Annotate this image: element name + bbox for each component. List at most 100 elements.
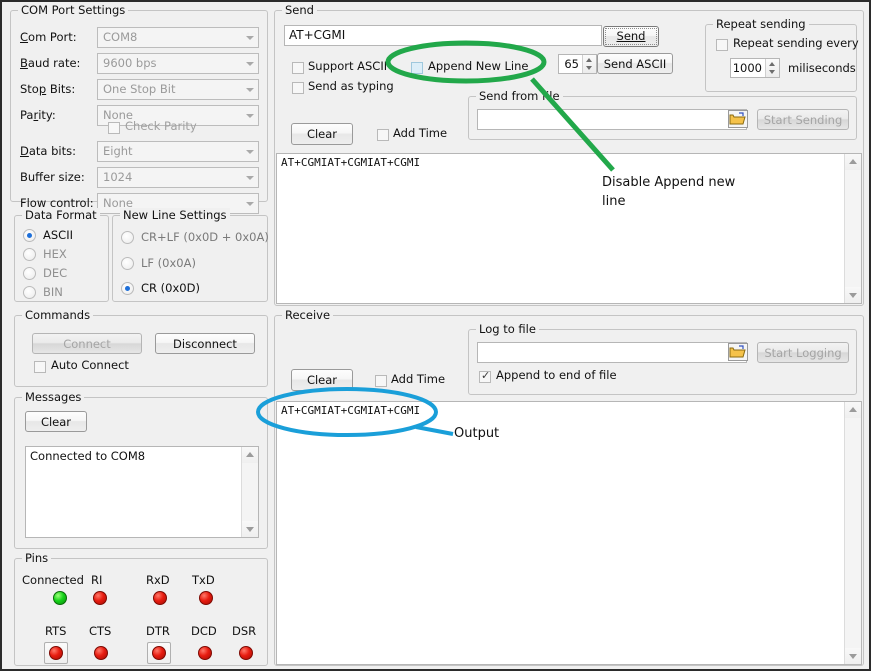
send-file-path-input[interactable]	[477, 109, 747, 130]
receive-group: Receive Clear Add Time Log to file Start…	[274, 315, 864, 666]
send-input-value: AT+CGMI	[289, 28, 345, 42]
scroll-up-icon[interactable]	[845, 402, 861, 418]
send-add-time-label: Add Time	[393, 126, 447, 140]
stop-bits-select[interactable]: One Stop Bit	[97, 79, 259, 100]
check-parity-label: Check Parity	[125, 119, 197, 133]
com-port-select[interactable]: COM8	[97, 27, 259, 48]
disconnect-button[interactable]: Disconnect	[155, 333, 255, 354]
send-ascii-button-label: Send ASCII	[604, 57, 667, 71]
send-log-text: AT+CGMIAT+CGMIAT+CGMI	[281, 156, 843, 169]
label-com-port: Com Port:	[20, 30, 77, 44]
log-file-path-input[interactable]	[477, 342, 747, 363]
scroll-up-icon[interactable]	[242, 447, 258, 463]
label-newline-lf: LF (0x0A)	[141, 256, 196, 270]
radio-newline-lf[interactable]	[121, 257, 134, 270]
pins-title: Pins	[22, 551, 51, 565]
chevron-down-icon	[246, 176, 254, 180]
start-sending-label: Start Sending	[764, 113, 843, 127]
messages-title: Messages	[22, 390, 84, 404]
label-parity: Parity:	[20, 108, 56, 122]
repeat-sending-title: Repeat sending	[713, 17, 809, 31]
append-new-line-checkbox[interactable]	[411, 62, 423, 74]
data-format-title: Data Format	[22, 208, 100, 222]
log-to-file-group: Log to file Start Logging Append to end …	[468, 329, 857, 395]
radio-newline-cr[interactable]	[121, 282, 134, 295]
repeat-interval-value: 1000	[731, 59, 765, 77]
scroll-down-icon[interactable]	[845, 648, 861, 664]
check-parity-checkbox[interactable]	[108, 122, 120, 134]
scroll-down-icon[interactable]	[242, 521, 258, 537]
radio-data-format-ascii[interactable]	[23, 229, 36, 242]
send-add-time-checkbox[interactable]	[377, 129, 389, 141]
chevron-down-icon	[246, 36, 254, 40]
start-logging-button[interactable]: Start Logging	[757, 342, 849, 363]
repeat-sending-label: Repeat sending every	[733, 36, 859, 50]
receive-log[interactable]: AT+CGMIAT+CGMIAT+CGMI	[276, 401, 862, 665]
chevron-down-icon	[246, 114, 254, 118]
log-to-file-title: Log to file	[476, 322, 539, 336]
send-as-typing-checkbox[interactable]	[292, 82, 304, 94]
label-data-bits: Data bits:	[20, 144, 76, 158]
connect-button[interactable]: Connect	[32, 333, 142, 354]
radio-newline-crlf[interactable]	[121, 231, 134, 244]
baud-rate-value: 9600 bps	[103, 56, 157, 70]
pin-label-cts: CTS	[89, 624, 111, 638]
char-count-stepper[interactable]: 65	[558, 54, 597, 74]
buffer-size-select[interactable]: 1024	[97, 167, 259, 188]
repeat-interval-unit: miliseconds	[788, 61, 856, 75]
data-bits-select[interactable]: Eight	[97, 141, 259, 162]
output-note: Output	[454, 425, 499, 444]
receive-clear-button[interactable]: Clear	[291, 369, 353, 391]
radio-data-format-dec[interactable]	[23, 267, 36, 280]
pin-label-dsr: DSR	[232, 624, 256, 638]
buffer-size-value: 1024	[103, 170, 132, 184]
repeat-sending-checkbox[interactable]	[716, 39, 728, 51]
repeat-interval-stepper[interactable]: 1000	[730, 58, 780, 78]
messages-group: Messages Clear Connected to COM8	[14, 397, 268, 549]
auto-connect-checkbox[interactable]	[34, 361, 46, 373]
send-file-browse-icon[interactable]	[728, 110, 748, 128]
send-log[interactable]: AT+CGMIAT+CGMIAT+CGMI	[276, 153, 862, 304]
start-sending-button[interactable]: Start Sending	[757, 109, 849, 130]
log-file-browse-icon[interactable]	[728, 343, 748, 361]
receive-add-time-checkbox[interactable]	[375, 375, 387, 387]
send-clear-label: Clear	[307, 127, 337, 141]
pins-group: Pins Connected RI RxD TxD RTS CTS DTR DC…	[14, 558, 268, 666]
messages-clear-button[interactable]: Clear	[25, 411, 87, 432]
send-clear-button[interactable]: Clear	[291, 123, 353, 145]
char-count-stepper-buttons[interactable]	[582, 55, 596, 73]
pin-led-rts	[49, 646, 63, 660]
repeat-interval-stepper-buttons[interactable]	[765, 59, 779, 77]
baud-rate-select[interactable]: 9600 bps	[97, 53, 259, 74]
append-new-line-label: Append New Line	[428, 59, 529, 73]
stepper-up-icon	[586, 58, 592, 62]
send-input[interactable]: AT+CGMI	[284, 25, 602, 46]
support-ascii-checkbox[interactable]	[292, 62, 304, 74]
commands-group: Commands Connect Disconnect Auto Connect	[14, 315, 268, 387]
label-data-format-ascii: ASCII	[43, 228, 73, 242]
pin-led-dcd	[198, 646, 212, 660]
pin-label-ri: RI	[91, 573, 102, 587]
send-button[interactable]: Send	[603, 26, 659, 47]
scroll-down-icon[interactable]	[845, 287, 861, 303]
send-group: Send AT+CGMI Support ASCII Append New Li…	[274, 10, 864, 306]
pin-led-dsr	[239, 646, 253, 660]
disconnect-button-label: Disconnect	[173, 337, 237, 351]
messages-log-text: Connected to COM8	[30, 449, 240, 463]
radio-data-format-hex[interactable]	[23, 248, 36, 261]
messages-log[interactable]: Connected to COM8	[25, 446, 259, 538]
radio-data-format-bin[interactable]	[23, 286, 36, 299]
messages-scrollbar[interactable]	[241, 447, 258, 537]
send-from-file-title: Send from file	[476, 89, 563, 103]
char-count-value: 65	[559, 55, 582, 73]
pin-led-rxd	[153, 591, 167, 605]
send-log-scrollbar[interactable]	[844, 154, 861, 303]
scroll-up-icon[interactable]	[845, 154, 861, 170]
send-ascii-button[interactable]: Send ASCII	[597, 53, 673, 74]
stop-bits-value: One Stop Bit	[103, 82, 175, 96]
com-port-settings-title: COM Port Settings	[18, 3, 128, 17]
receive-log-scrollbar[interactable]	[844, 402, 861, 664]
pin-label-connected: Connected	[22, 573, 84, 587]
label-data-format-bin: BIN	[43, 285, 63, 299]
append-to-end-checkbox[interactable]	[479, 371, 491, 383]
